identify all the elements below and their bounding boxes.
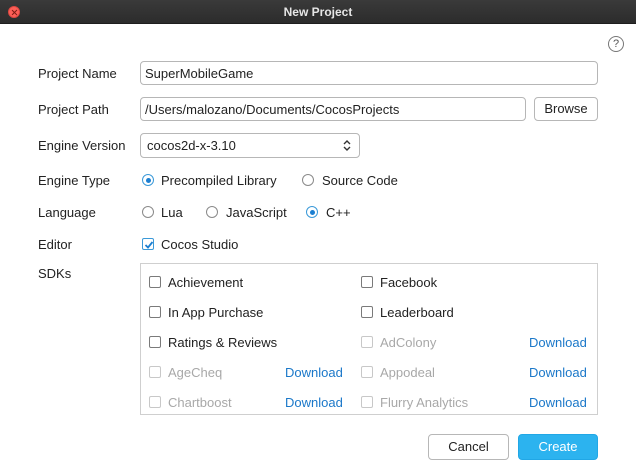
project-name-label: Project Name: [38, 66, 117, 81]
window-title: New Project: [283, 5, 353, 19]
browse-button[interactable]: Browse: [534, 97, 598, 121]
cancel-button[interactable]: Cancel: [428, 434, 509, 460]
cocos-studio-label: Cocos Studio: [161, 237, 239, 252]
project-name-input[interactable]: [140, 61, 598, 85]
sdk-adcolony-label: AdColony: [380, 335, 437, 350]
project-path-label: Project Path: [38, 102, 109, 117]
sdk-leaderboard-label: Leaderboard: [380, 305, 454, 320]
in-app-purchase-checkbox[interactable]: [149, 306, 161, 318]
flurry-analytics-download-link[interactable]: Download: [529, 395, 587, 410]
radio-lua[interactable]: [142, 206, 154, 218]
option-precompiled-library-label: Precompiled Library: [161, 173, 277, 188]
sdk-agecheq-label: AgeCheq: [168, 365, 223, 380]
language-label: Language: [38, 205, 96, 220]
engine-version-label: Engine Version: [38, 138, 126, 153]
radio-cpp[interactable]: [306, 206, 318, 218]
option-javascript-label: JavaScript: [226, 205, 287, 220]
engine-version-select[interactable]: cocos2d-x-3.10: [140, 133, 360, 158]
adcolony-checkbox: [361, 336, 373, 348]
project-path-input[interactable]: [140, 97, 526, 121]
sdk-facebook-label: Facebook: [380, 275, 438, 290]
sdk-achievement-label: Achievement: [168, 275, 244, 290]
sdk-in-app-purchase-label: In App Purchase: [168, 305, 264, 320]
cocos-studio-checkbox[interactable]: [142, 238, 154, 250]
sdks-label: SDKs: [38, 266, 72, 281]
sdk-ratings-reviews-label: Ratings & Reviews: [168, 335, 278, 350]
leaderboard-checkbox[interactable]: [361, 306, 373, 318]
chartboost-checkbox: [149, 396, 161, 408]
agecheq-download-link[interactable]: Download: [285, 365, 343, 380]
engine-type-label: Engine Type: [38, 173, 111, 188]
option-source-code-label: Source Code: [322, 173, 398, 188]
help-icon[interactable]: ?: [608, 36, 624, 52]
ratings-reviews-checkbox[interactable]: [149, 336, 161, 348]
appodeal-download-link[interactable]: Download: [529, 365, 587, 380]
sdk-flurry-analytics-label: Flurry Analytics: [380, 395, 469, 410]
chartboost-download-link[interactable]: Download: [285, 395, 343, 410]
title-bar: New Project: [0, 0, 636, 24]
editor-label: Editor: [38, 237, 72, 252]
adcolony-download-link[interactable]: Download: [529, 335, 587, 350]
flurry-analytics-checkbox: [361, 396, 373, 408]
facebook-checkbox[interactable]: [361, 276, 373, 288]
appodeal-checkbox: [361, 366, 373, 378]
option-cpp-label: C++: [326, 205, 351, 220]
sdk-chartboost-label: Chartboost: [168, 395, 232, 410]
radio-precompiled-library[interactable]: [142, 174, 154, 186]
checkmark-icon: [144, 241, 154, 249]
agecheq-checkbox: [149, 366, 161, 378]
engine-version-value: cocos2d-x-3.10: [147, 138, 236, 153]
sdk-appodeal-label: Appodeal: [380, 365, 435, 380]
radio-javascript[interactable]: [206, 206, 218, 218]
radio-source-code[interactable]: [302, 174, 314, 186]
option-lua-label: Lua: [161, 205, 183, 220]
achievement-checkbox[interactable]: [149, 276, 161, 288]
up-down-chevron-icon: [340, 138, 354, 153]
create-button[interactable]: Create: [518, 434, 598, 460]
